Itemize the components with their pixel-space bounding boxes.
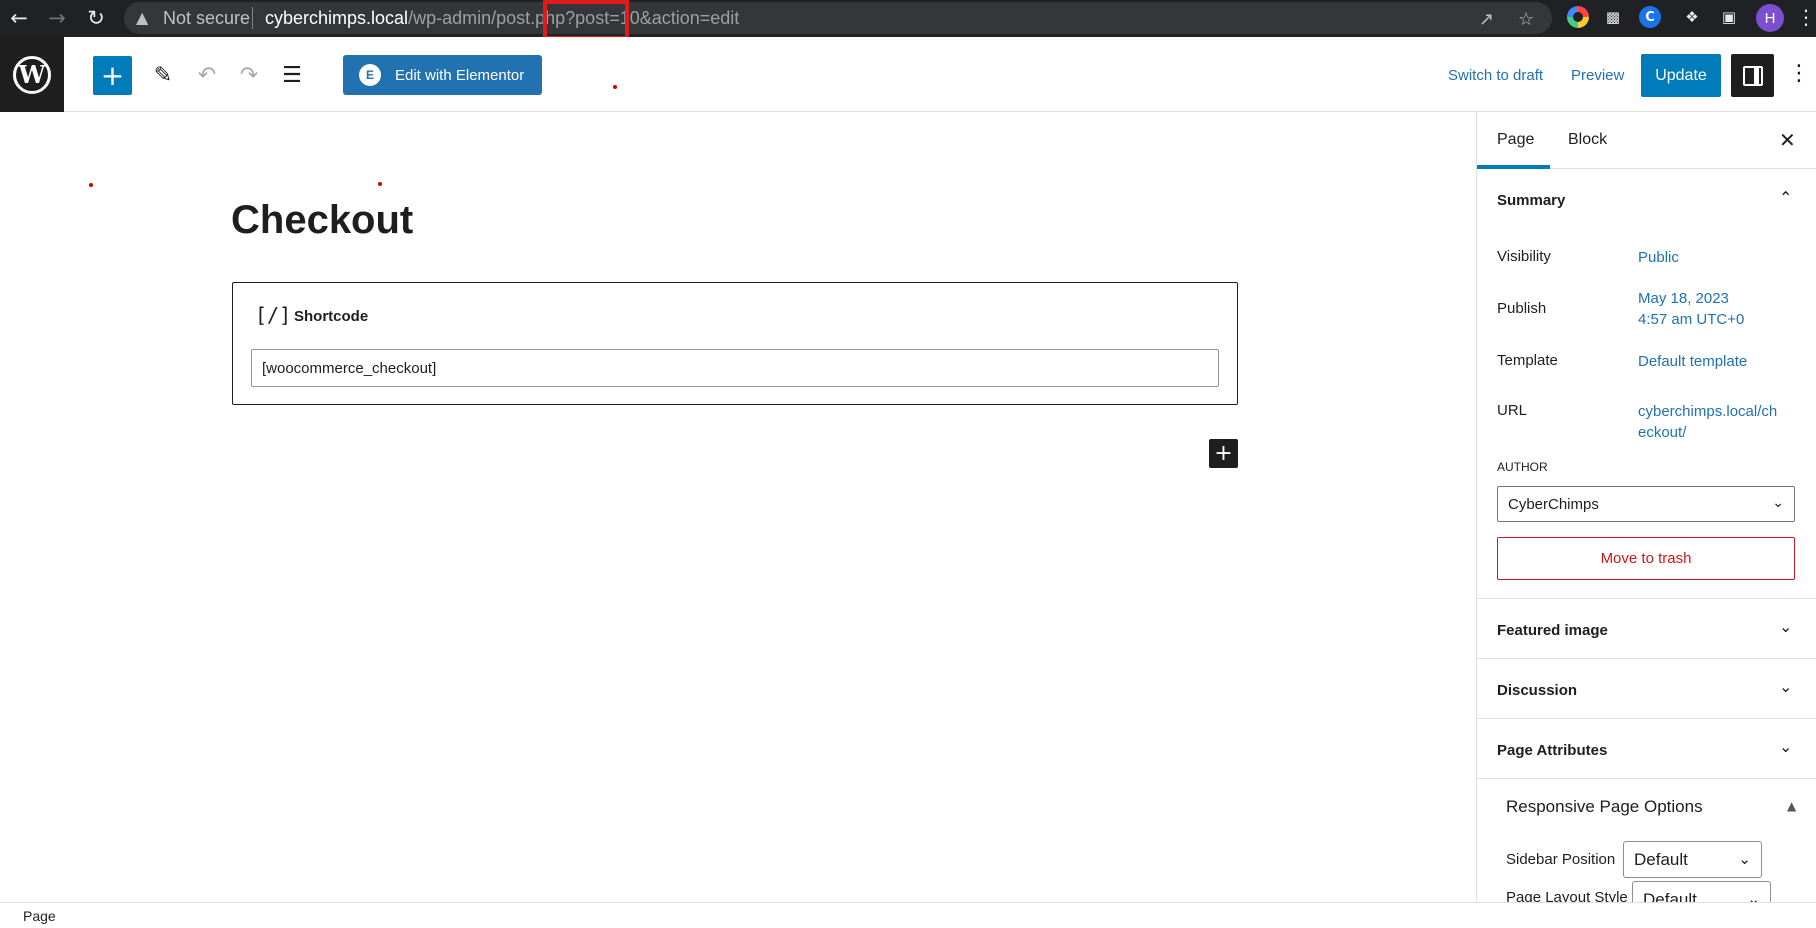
- back-icon[interactable]: ←: [5, 4, 33, 32]
- add-block-button[interactable]: +: [1209, 439, 1238, 468]
- elementor-button-label: Edit with Elementor: [395, 66, 525, 84]
- annotation-dot: [613, 85, 617, 89]
- block-inserter-button[interactable]: +: [93, 56, 132, 95]
- chevron-up-icon[interactable]: ⌃: [1779, 188, 1792, 207]
- sidebar-position-value: Default: [1634, 849, 1688, 869]
- address-bar[interactable]: ▲ Not secure cyberchimps.local/wp-admin/…: [124, 2, 1552, 34]
- publish-date-value[interactable]: May 18, 2023 4:57 am UTC+0: [1638, 288, 1744, 330]
- browser-toolbar: ← → ↻ ▲ Not secure cyberchimps.local/wp-…: [0, 0, 1816, 40]
- publish-date-line: May 18, 2023: [1638, 290, 1729, 307]
- edit-with-elementor-button[interactable]: E Edit with Elementor: [343, 55, 542, 95]
- c-extension-icon[interactable]: C: [1639, 6, 1661, 28]
- url-line-1: cyberchimps.local/ch: [1638, 403, 1778, 420]
- visibility-label: Visibility: [1497, 248, 1551, 265]
- url-path: /wp-admin/post.php: [408, 8, 566, 28]
- url-label: URL: [1497, 402, 1528, 419]
- move-to-trash-button[interactable]: Move to trash: [1497, 537, 1795, 580]
- url-host: cyberchimps.local: [265, 8, 409, 28]
- chevron-down-icon: ⌄: [1772, 495, 1784, 511]
- close-icon[interactable]: ✕: [1779, 128, 1796, 152]
- section-divider: [1477, 598, 1816, 599]
- chevron-down-icon[interactable]: ⌄: [1779, 737, 1792, 756]
- editor-header: W + ✎ ↶ ↷ ☰ E Edit with Elementor Switch…: [0, 37, 1816, 112]
- wordpress-logo[interactable]: W: [0, 37, 64, 112]
- side-panel-icon[interactable]: ▣: [1718, 6, 1740, 28]
- chevron-down-icon: ⌄: [1738, 850, 1751, 868]
- reload-icon[interactable]: ↻: [82, 4, 110, 32]
- url-text: cyberchimps.local/wp-admin/post.php?post…: [265, 8, 739, 29]
- author-select[interactable]: CyberChimps ⌄: [1497, 486, 1795, 522]
- undo-icon[interactable]: ↶: [189, 56, 225, 95]
- page-attributes-section-title[interactable]: Page Attributes: [1497, 742, 1607, 759]
- switch-to-draft-button[interactable]: Switch to draft: [1448, 67, 1543, 84]
- tab-page[interactable]: Page: [1497, 131, 1534, 149]
- template-label: Template: [1497, 352, 1558, 369]
- address-separator: [252, 7, 253, 29]
- chevron-down-icon[interactable]: ⌄: [1779, 677, 1792, 696]
- save-extension-icon[interactable]: ▩: [1602, 6, 1624, 28]
- update-button[interactable]: Update: [1641, 54, 1721, 97]
- shortcode-block[interactable]: [/] Shortcode: [232, 282, 1238, 405]
- responsive-options-title[interactable]: Responsive Page Options: [1506, 797, 1703, 817]
- warning-icon: ▲: [136, 8, 149, 27]
- security-label: Not secure: [163, 8, 251, 28]
- url-value[interactable]: cyberchimps.local/ch eckout/: [1638, 401, 1777, 443]
- lighthouse-extension-icon[interactable]: [1567, 6, 1589, 28]
- sidebar-position-label: Sidebar Position: [1506, 851, 1616, 868]
- options-menu-icon[interactable]: ⋮: [1788, 61, 1810, 86]
- template-value[interactable]: Default template: [1638, 351, 1747, 372]
- publish-time-line: 4:57 am UTC+0: [1638, 311, 1745, 328]
- shortcode-icon: [/]: [255, 303, 292, 327]
- summary-section-title[interactable]: Summary: [1497, 192, 1565, 209]
- author-select-value: CyberChimps: [1508, 495, 1599, 513]
- page-layout-style-label: Page Layout Style: [1506, 889, 1628, 902]
- annotation-dot: [378, 182, 382, 186]
- url-highlight-box: [543, 0, 629, 40]
- editor-footer: Page: [0, 902, 1816, 928]
- tab-block[interactable]: Block: [1568, 131, 1607, 149]
- section-divider: [1477, 658, 1816, 659]
- tools-pencil-icon[interactable]: ✎: [145, 56, 181, 95]
- sidebar-tabs: Page Block ✕: [1477, 112, 1816, 169]
- settings-toggle-button[interactable]: [1731, 54, 1774, 97]
- forward-icon[interactable]: →: [43, 4, 71, 32]
- chevron-down-icon[interactable]: ⌄: [1779, 617, 1792, 636]
- sidebar-panel-icon: [1742, 65, 1763, 86]
- author-label: AUTHOR: [1497, 460, 1548, 474]
- preview-button[interactable]: Preview: [1571, 67, 1624, 84]
- elementor-icon: E: [359, 64, 381, 86]
- section-divider: [1477, 778, 1816, 779]
- publish-label: Publish: [1497, 300, 1547, 317]
- chevron-down-icon: ⌄: [1747, 890, 1760, 902]
- section-divider: [1477, 718, 1816, 719]
- shortcode-input[interactable]: [251, 349, 1219, 387]
- breadcrumb[interactable]: Page: [23, 908, 56, 924]
- url-line-2: eckout/: [1638, 424, 1687, 441]
- discussion-section-title[interactable]: Discussion: [1497, 682, 1577, 699]
- redo-icon[interactable]: ↷: [231, 56, 267, 95]
- annotation-dot: [89, 183, 93, 187]
- settings-sidebar: Page Block ✕ Summary ⌃ Visibility Public…: [1476, 112, 1816, 902]
- active-tab-indicator: [1477, 165, 1550, 169]
- bookmark-star-icon[interactable]: ☆: [1518, 9, 1534, 30]
- extensions-puzzle-icon[interactable]: ❖: [1681, 6, 1703, 28]
- profile-avatar[interactable]: H: [1756, 4, 1784, 32]
- sidebar-position-select[interactable]: Default ⌄: [1623, 841, 1762, 878]
- wordpress-icon: W: [13, 55, 51, 94]
- page-layout-style-select[interactable]: Default ⌄: [1632, 881, 1771, 902]
- page-title[interactable]: Checkout: [231, 198, 413, 243]
- page-layout-style-value: Default: [1643, 889, 1697, 903]
- document-overview-icon[interactable]: ☰: [274, 56, 310, 95]
- shortcode-block-label: Shortcode: [294, 308, 369, 325]
- featured-image-section-title[interactable]: Featured image: [1497, 622, 1608, 639]
- caret-up-icon[interactable]: ▲: [1787, 799, 1796, 813]
- browser-menu-icon[interactable]: ⋮: [1796, 5, 1816, 29]
- share-icon[interactable]: ↗: [1479, 9, 1494, 30]
- visibility-value[interactable]: Public: [1638, 247, 1679, 268]
